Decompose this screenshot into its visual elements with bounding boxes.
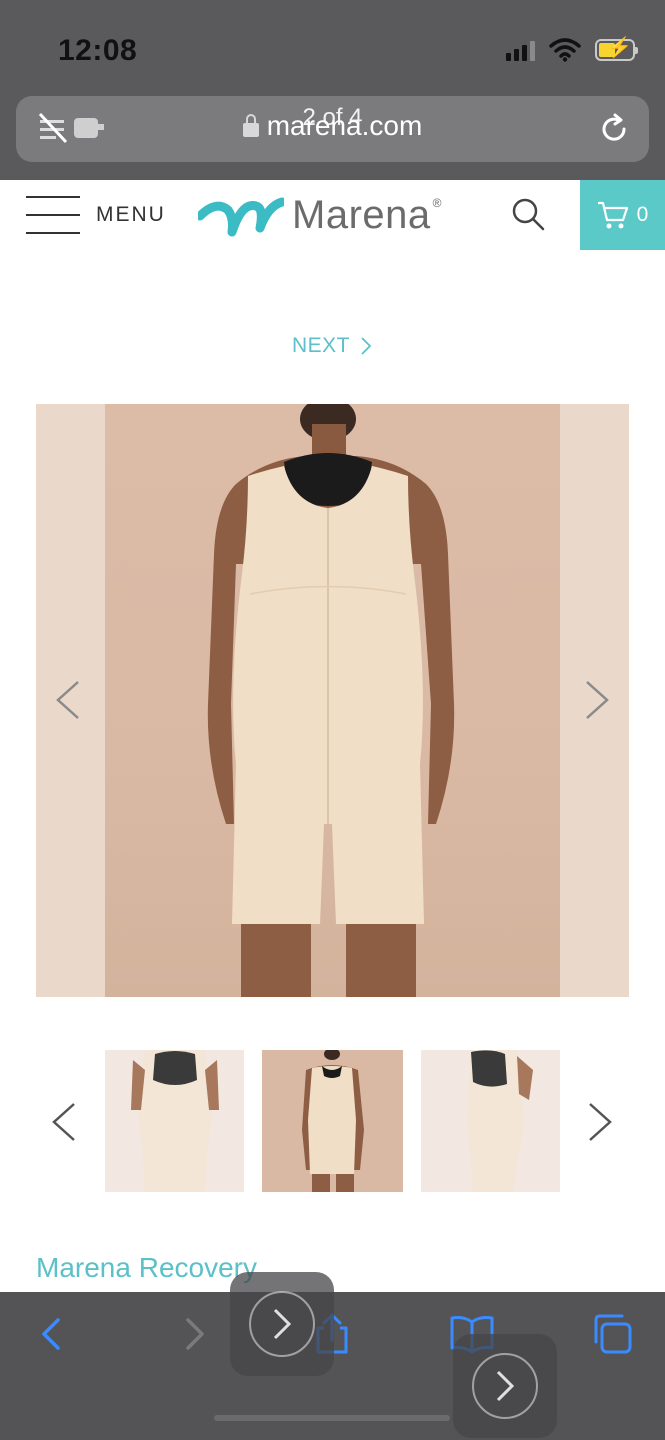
forward-arrow-icon[interactable] — [172, 1312, 216, 1356]
thumbnail-back[interactable] — [262, 1050, 403, 1192]
product-title: Marena Recovery — [36, 1252, 257, 1283]
thumbnail-side-image — [467, 1050, 533, 1192]
chevron-right-icon — [273, 1308, 292, 1340]
site-logo[interactable]: Marena ® — [198, 192, 448, 238]
cellular-signal-icon — [506, 39, 535, 61]
thumbnail-back-image — [302, 1050, 364, 1192]
cart-count: 0 — [636, 203, 649, 226]
thumbs-next-arrow-icon[interactable] — [580, 1092, 620, 1152]
browser-top-chrome: 12:08 ⚡ 2 of 4 marena.com — [0, 0, 665, 180]
cart-icon — [597, 201, 628, 229]
reload-icon[interactable] — [597, 112, 631, 146]
marena-logo-mark-icon — [198, 197, 284, 237]
address-bar[interactable]: 2 of 4 marena.com — [16, 96, 649, 162]
home-indicator — [214, 1415, 450, 1421]
chevron-right-icon — [496, 1370, 515, 1402]
image-prev-arrow-icon[interactable] — [48, 670, 88, 730]
menu-label: MENU — [96, 203, 166, 226]
next-label: NEXT — [292, 334, 351, 357]
lock-icon — [242, 113, 259, 137]
chevron-right-icon — [361, 337, 372, 355]
image-next-arrow-icon[interactable] — [577, 670, 617, 730]
floating-forward-button-secondary[interactable] — [453, 1334, 557, 1438]
menu-button[interactable]: MENU — [26, 196, 166, 234]
hamburger-icon — [26, 196, 80, 234]
thumbnail-side[interactable] — [421, 1050, 560, 1192]
status-time: 12:08 — [58, 34, 138, 67]
url-domain: marena.com — [266, 110, 423, 141]
thumbs-prev-arrow-icon[interactable] — [44, 1092, 84, 1152]
product-main-image — [36, 404, 629, 997]
search-icon[interactable] — [510, 196, 546, 232]
thumbnail-front-image — [131, 1050, 219, 1192]
site-header: MENU Marena ® 0 — [0, 180, 665, 252]
screen: 12:08 ⚡ 2 of 4 marena.com MENU Marena ® … — [0, 0, 665, 1440]
thumbnail-strip — [0, 1050, 665, 1192]
thumbnail-front[interactable] — [105, 1050, 244, 1192]
registered-mark-icon: ® — [432, 196, 442, 210]
wifi-icon — [549, 38, 581, 62]
status-icons: ⚡ — [506, 38, 638, 62]
back-arrow-icon[interactable] — [30, 1312, 74, 1356]
logo-text: Marena — [292, 192, 431, 237]
next-product-link[interactable]: NEXT — [292, 334, 372, 358]
url-display[interactable]: marena.com — [16, 110, 649, 142]
tabs-icon[interactable] — [590, 1312, 634, 1356]
floating-forward-button[interactable] — [230, 1272, 334, 1376]
product-photo-model-back — [207, 404, 455, 997]
cart-button[interactable]: 0 — [580, 180, 665, 250]
battery-icon: ⚡ — [595, 38, 638, 61]
